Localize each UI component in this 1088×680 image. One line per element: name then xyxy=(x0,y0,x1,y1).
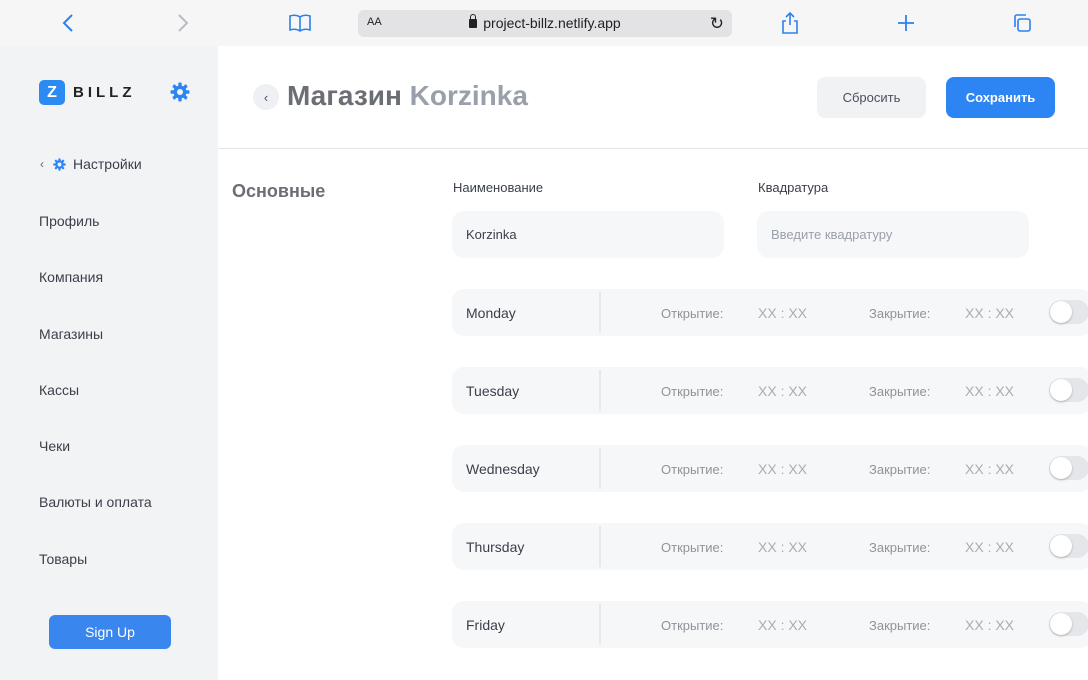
gear-icon[interactable] xyxy=(170,82,190,102)
logo-text: BILLZ xyxy=(73,84,136,101)
closing-label: Закрытие: xyxy=(869,384,931,399)
title-prefix: Магазин xyxy=(287,80,402,111)
reset-button[interactable]: Сбросить xyxy=(817,77,926,118)
sidebar-item-currencies-payment[interactable]: Валюты и оплата xyxy=(39,494,152,510)
area-input[interactable] xyxy=(757,211,1029,258)
schedule-row: Thursday Открытие: XX : XX Закрытие: XX … xyxy=(452,523,1088,570)
chevron-left-icon: ‹ xyxy=(40,157,44,171)
save-button[interactable]: Сохранить xyxy=(946,77,1055,118)
bookmarks-icon[interactable] xyxy=(287,10,313,36)
day-name: Wednesday xyxy=(466,461,540,477)
schedule-row: Monday Открытие: XX : XX Закрытие: XX : … xyxy=(452,289,1088,336)
share-icon[interactable] xyxy=(777,10,803,36)
toggle-knob xyxy=(1050,535,1072,557)
settings-back-label: Настройки xyxy=(73,156,142,172)
sidebar: Z BILLZ ‹ Настройки Профиль Компания Маг… xyxy=(0,46,218,680)
opening-label: Открытие: xyxy=(661,306,724,321)
closing-label: Закрытие: xyxy=(869,306,931,321)
divider xyxy=(599,448,601,489)
back-button[interactable]: ‹ xyxy=(253,84,279,110)
day-toggle[interactable] xyxy=(1049,378,1088,402)
schedule-row: Wednesday Открытие: XX : XX Закрытие: XX… xyxy=(452,445,1088,492)
day-name: Thursday xyxy=(466,539,525,555)
closing-time-input[interactable]: XX : XX xyxy=(965,617,1014,633)
day-toggle[interactable] xyxy=(1049,300,1088,324)
divider xyxy=(599,292,601,333)
toggle-knob xyxy=(1050,457,1072,479)
settings-gear-icon xyxy=(53,157,66,171)
closing-time-input[interactable]: XX : XX xyxy=(965,383,1014,399)
closing-label: Закрытие: xyxy=(869,540,931,555)
logo-mark: Z xyxy=(39,80,65,105)
toggle-knob xyxy=(1050,613,1072,635)
toggle-knob xyxy=(1050,379,1072,401)
schedule-row: Tuesday Открытие: XX : XX Закрытие: XX :… xyxy=(452,367,1088,414)
day-toggle[interactable] xyxy=(1049,534,1088,558)
url-text: project-billz.netlify.app xyxy=(483,15,621,31)
day-toggle[interactable] xyxy=(1049,612,1088,636)
chevron-left-icon: ‹ xyxy=(263,89,269,105)
title-store-name: Korzinka xyxy=(409,80,528,111)
toggle-knob xyxy=(1050,301,1072,323)
page-title: Магазин Korzinka xyxy=(287,80,528,112)
closing-label: Закрытие: xyxy=(869,618,931,633)
closing-time-input[interactable]: XX : XX xyxy=(965,305,1014,321)
closing-time-input[interactable]: XX : XX xyxy=(965,539,1014,555)
name-label: Наименование xyxy=(453,180,544,195)
new-tab-icon[interactable] xyxy=(893,10,919,36)
area-label: Квадратура xyxy=(758,180,829,195)
opening-time-input[interactable]: XX : XX xyxy=(758,539,807,555)
address-bar[interactable]: AA project-billz.netlify.app ↻ xyxy=(358,10,732,37)
forward-arrow-icon[interactable] xyxy=(170,10,196,36)
reload-icon[interactable]: ↻ xyxy=(710,14,724,34)
opening-time-input[interactable]: XX : XX xyxy=(758,461,807,477)
opening-time-input[interactable]: XX : XX xyxy=(758,305,807,321)
opening-time-input[interactable]: XX : XX xyxy=(758,383,807,399)
tabs-overview-icon[interactable] xyxy=(1009,10,1035,36)
sidebar-item-profile[interactable]: Профиль xyxy=(39,213,99,229)
opening-time-input[interactable]: XX : XX xyxy=(758,617,807,633)
opening-label: Открытие: xyxy=(661,384,724,399)
sidebar-item-receipts[interactable]: Чеки xyxy=(39,438,70,454)
divider xyxy=(599,370,601,411)
lock-icon xyxy=(469,14,478,28)
closing-time-input[interactable]: XX : XX xyxy=(965,461,1014,477)
browser-toolbar: AA project-billz.netlify.app ↻ xyxy=(0,0,1088,46)
back-arrow-icon[interactable] xyxy=(55,10,81,36)
sidebar-item-products[interactable]: Товары xyxy=(39,551,87,567)
section-title: Основные xyxy=(232,181,326,201)
sidebar-item-company[interactable]: Компания xyxy=(39,269,103,285)
divider xyxy=(599,526,601,567)
opening-label: Открытие: xyxy=(661,540,724,555)
settings-back-link[interactable]: ‹ Настройки xyxy=(40,156,142,172)
page-header: ‹ Магазин Korzinka Сбросить Сохранить xyxy=(218,46,1088,149)
divider xyxy=(599,604,601,645)
sidebar-item-cash-registers[interactable]: Кассы xyxy=(39,382,79,398)
opening-label: Открытие: xyxy=(661,618,724,633)
name-input[interactable] xyxy=(452,211,724,258)
sign-up-button[interactable]: Sign Up xyxy=(49,615,171,649)
schedule-row: Friday Открытие: XX : XX Закрытие: XX : … xyxy=(452,601,1088,648)
day-name: Monday xyxy=(466,305,516,321)
day-name: Tuesday xyxy=(466,383,520,399)
day-name: Friday xyxy=(466,617,505,633)
billz-logo[interactable]: Z BILLZ xyxy=(39,80,136,105)
opening-label: Открытие: xyxy=(661,462,724,477)
sidebar-item-stores[interactable]: Магазины xyxy=(39,326,103,342)
day-toggle[interactable] xyxy=(1049,456,1088,480)
closing-label: Закрытие: xyxy=(869,462,931,477)
